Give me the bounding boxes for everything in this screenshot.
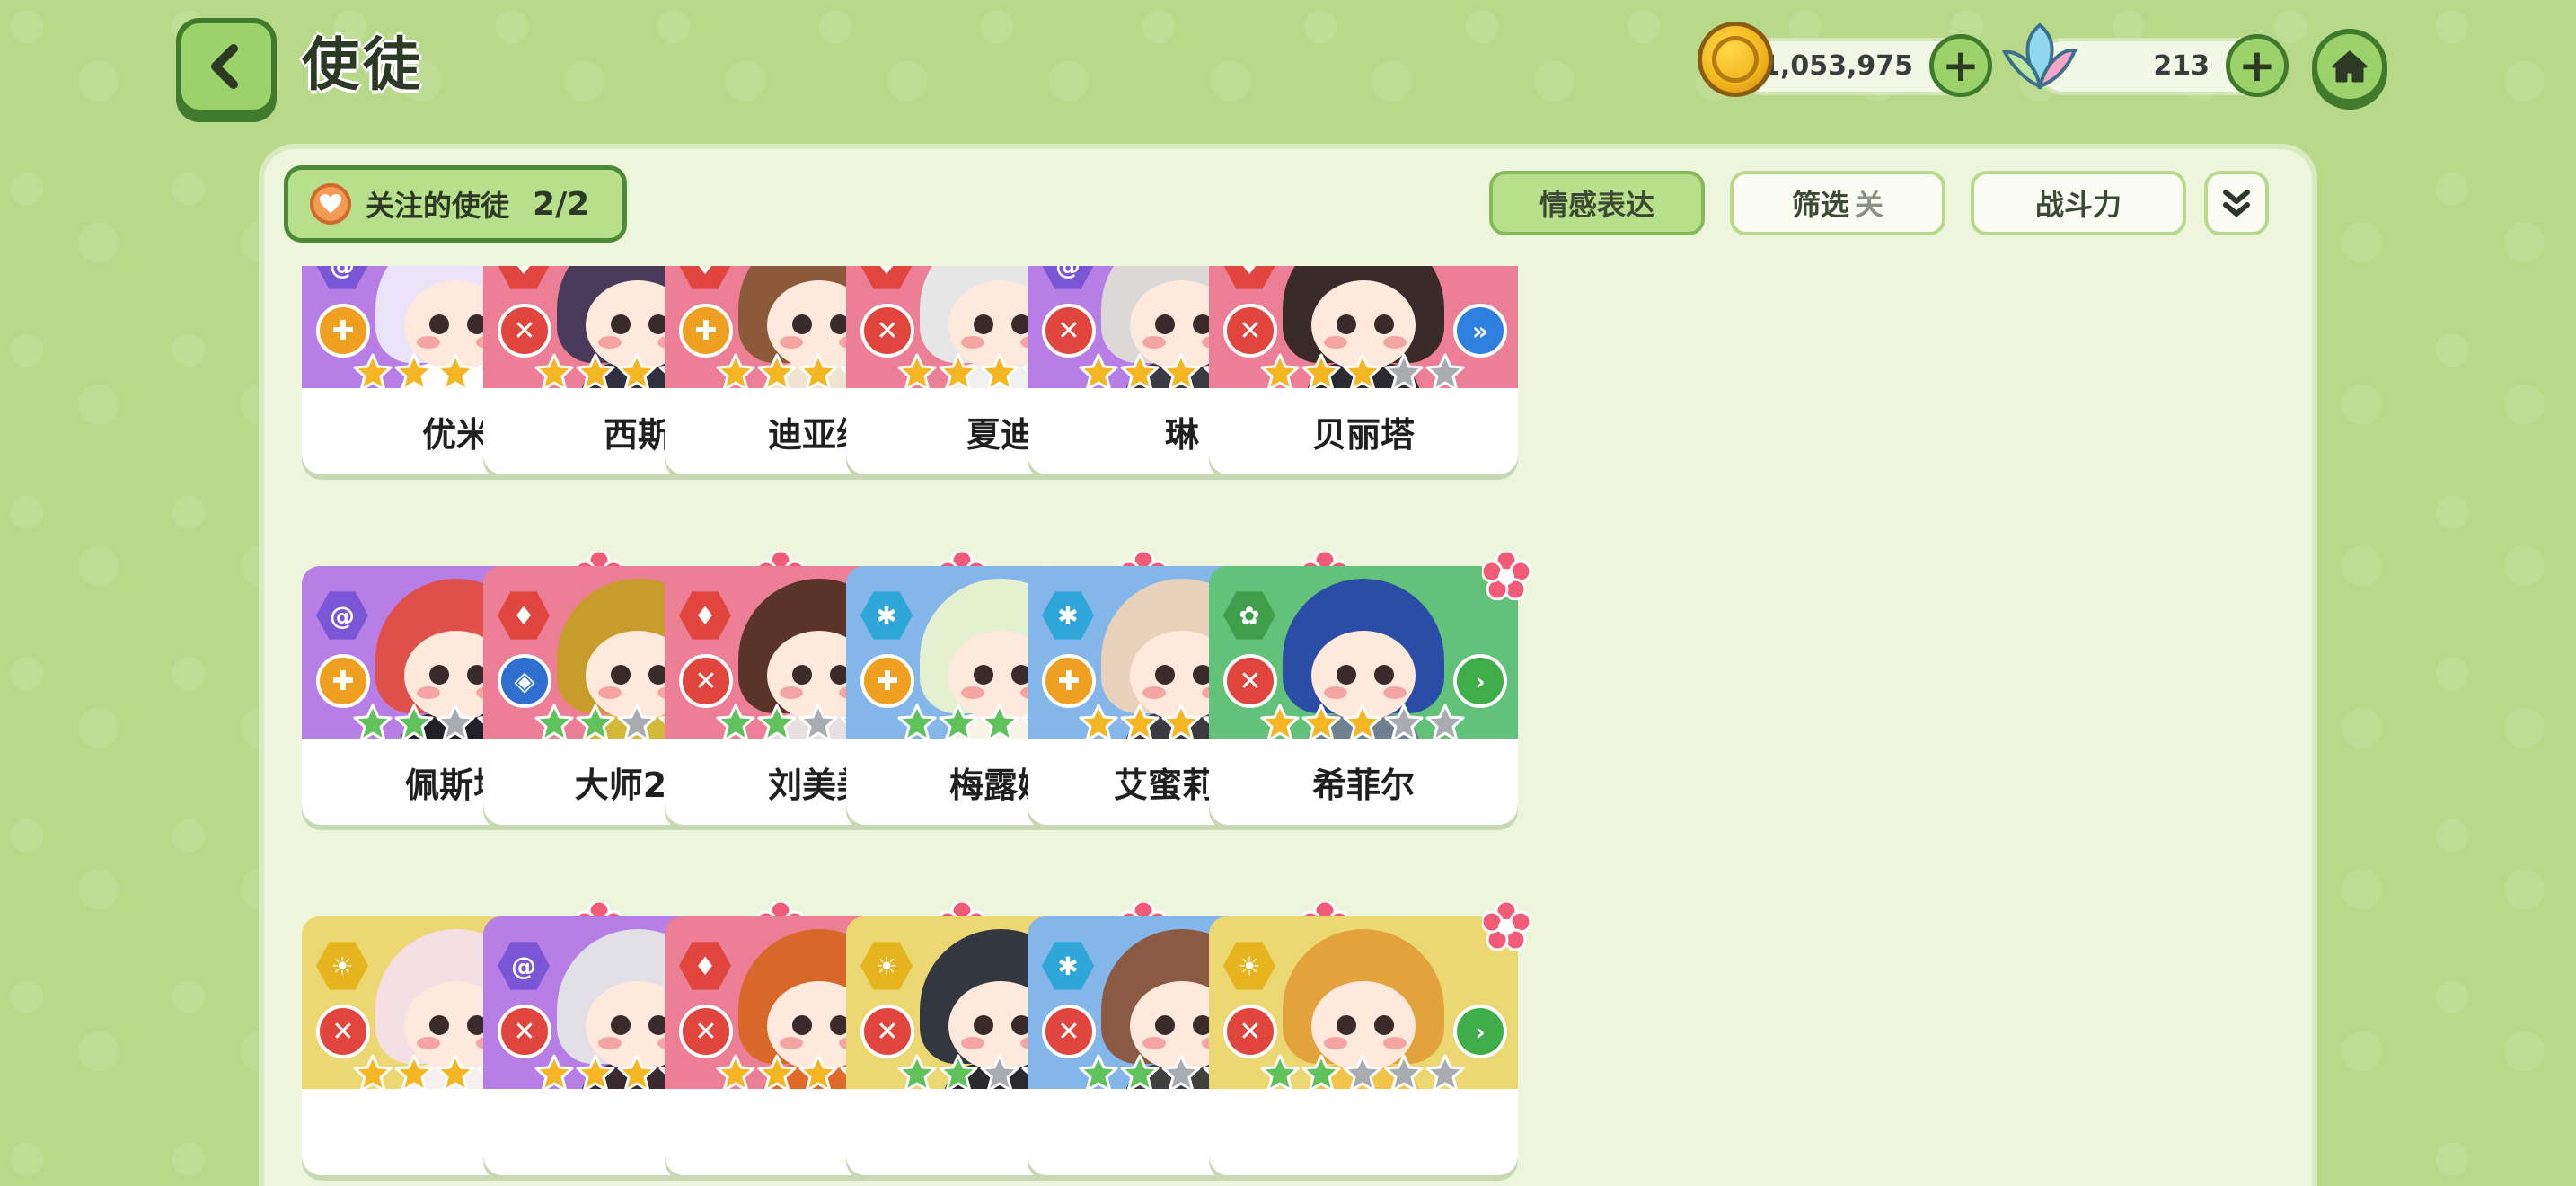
figure-blush: [1324, 686, 1347, 699]
heart-icon: [310, 183, 351, 225]
figure-blush: [961, 336, 984, 349]
apostle-name: 希菲尔: [1209, 739, 1518, 825]
emotion-button[interactable]: 情感表达: [1489, 171, 1705, 235]
figure-eye: [1155, 665, 1175, 685]
figure-blush: [780, 686, 803, 699]
figure-eye: [429, 665, 449, 685]
single-attack-icon: ›: [1453, 1005, 1507, 1058]
figure-eye: [611, 1015, 631, 1035]
figure-eye: [1337, 665, 1356, 685]
dps-role-icon: ✕: [860, 1005, 914, 1058]
figure-eye: [792, 1015, 812, 1035]
figure-blush: [417, 336, 440, 349]
filter-label: 筛选: [1791, 188, 1849, 222]
emotion-label: 情感表达: [1539, 188, 1654, 222]
figure-eye: [1337, 1015, 1356, 1035]
figure-blush: [780, 336, 803, 349]
figure-blush: [1324, 336, 1347, 349]
figure-blush: [1142, 686, 1166, 699]
gem-amount: 213: [2153, 50, 2210, 82]
figure-blush: [598, 336, 622, 349]
figure-blush: [961, 1037, 984, 1049]
gold-amount: 1,053,975: [1761, 50, 1913, 82]
sort-power-label: 战斗力: [2034, 188, 2122, 222]
support-role-icon: ✚: [1042, 654, 1096, 708]
filter-button[interactable]: 筛选 关: [1730, 171, 1945, 235]
dps-role-icon: ✕: [1223, 1005, 1277, 1058]
dps-role-icon: ✕: [1042, 304, 1096, 358]
figure-eye: [1155, 1015, 1175, 1035]
chevron-left-icon: [211, 44, 238, 89]
support-role-icon: ✚: [316, 304, 370, 358]
figure-blush: [1142, 1037, 1166, 1049]
dps-role-icon: ✕: [860, 304, 914, 358]
double-chevron-down-icon: [2223, 190, 2250, 217]
figure-eye: [974, 1015, 993, 1035]
figure-blush: [417, 1037, 440, 1049]
figure-blush: [1383, 336, 1407, 349]
dps-role-icon: ✕: [498, 1005, 551, 1058]
add-gem-button[interactable]: +: [2226, 34, 2289, 97]
dps-role-icon: ✕: [1223, 654, 1277, 708]
apostle-name: 贝丽塔: [1209, 388, 1518, 474]
back-button[interactable]: [176, 18, 277, 115]
gold-coin-icon: [1698, 22, 1773, 97]
followed-label: 关注的使徒: [366, 189, 510, 223]
support-role-icon: ✚: [860, 654, 914, 708]
sort-order-button[interactable]: [2204, 171, 2269, 235]
dps-role-icon: ✕: [1223, 304, 1277, 358]
figure-blush: [1383, 1037, 1407, 1049]
apostle-grid: @✚›优米♦✕›西斯♦✚›迪亚纳♦✕›夏迪@✕›琳♦✕»贝丽塔@✚›佩斯塔♦◈›…: [269, 266, 2307, 1186]
figure-blush: [961, 686, 984, 699]
figure-blush: [598, 1037, 622, 1049]
gem-icon: [2001, 22, 2078, 90]
support-role-icon: ✚: [316, 654, 370, 708]
single-attack-icon: ›: [1453, 654, 1507, 708]
sort-power-button[interactable]: 战斗力: [1971, 171, 2186, 235]
figure-blush: [598, 686, 622, 699]
figure-eye: [1337, 314, 1356, 334]
flower-icon: [1482, 552, 1531, 600]
filter-state: 关: [1855, 188, 1884, 222]
figure-eye: [974, 665, 993, 685]
figure-eye: [1374, 665, 1394, 685]
figure-eye: [429, 314, 449, 334]
dps-role-icon: ✕: [498, 304, 551, 358]
figure-eye: [792, 314, 812, 334]
figure-blush: [1142, 336, 1166, 349]
figure-blush: [417, 686, 440, 699]
flower-icon: [1482, 902, 1531, 951]
figure-eye: [1155, 314, 1175, 334]
figure-eye: [792, 665, 812, 685]
dps-role-icon: ✕: [679, 654, 733, 708]
dps-role-icon: ✕: [1042, 1005, 1096, 1058]
support-role-icon: ✚: [679, 304, 733, 358]
double-attack-icon: »: [1453, 304, 1507, 358]
figure-eye: [429, 1015, 449, 1035]
add-gold-button[interactable]: +: [1929, 34, 1992, 97]
apostle-card[interactable]: ♦✕»贝丽塔: [1209, 266, 1518, 474]
followed-count: 2/2: [533, 185, 590, 223]
home-icon: [2332, 50, 2368, 83]
figure-eye: [611, 314, 631, 334]
tank-role-icon: ◈: [498, 654, 551, 708]
figure-eye: [611, 665, 631, 685]
dps-role-icon: ✕: [316, 1005, 370, 1058]
figure-eye: [1374, 314, 1394, 334]
followed-apostles-button[interactable]: 关注的使徒 2/2: [284, 165, 627, 243]
figure-blush: [1324, 1037, 1347, 1049]
apostle-card[interactable]: ☀ ✕ ›: [1209, 902, 1531, 1175]
dps-role-icon: ✕: [679, 1005, 733, 1058]
home-button[interactable]: [2312, 29, 2387, 104]
figure-blush: [1383, 686, 1407, 699]
figure-eye: [1374, 1015, 1394, 1035]
figure-eye: [974, 314, 993, 334]
figure-blush: [780, 1037, 803, 1049]
page-title: 使徒: [302, 32, 424, 99]
apostle-card[interactable]: ✿ ✕ › 希菲尔: [1209, 552, 1531, 825]
apostle-name: [1209, 1089, 1518, 1175]
